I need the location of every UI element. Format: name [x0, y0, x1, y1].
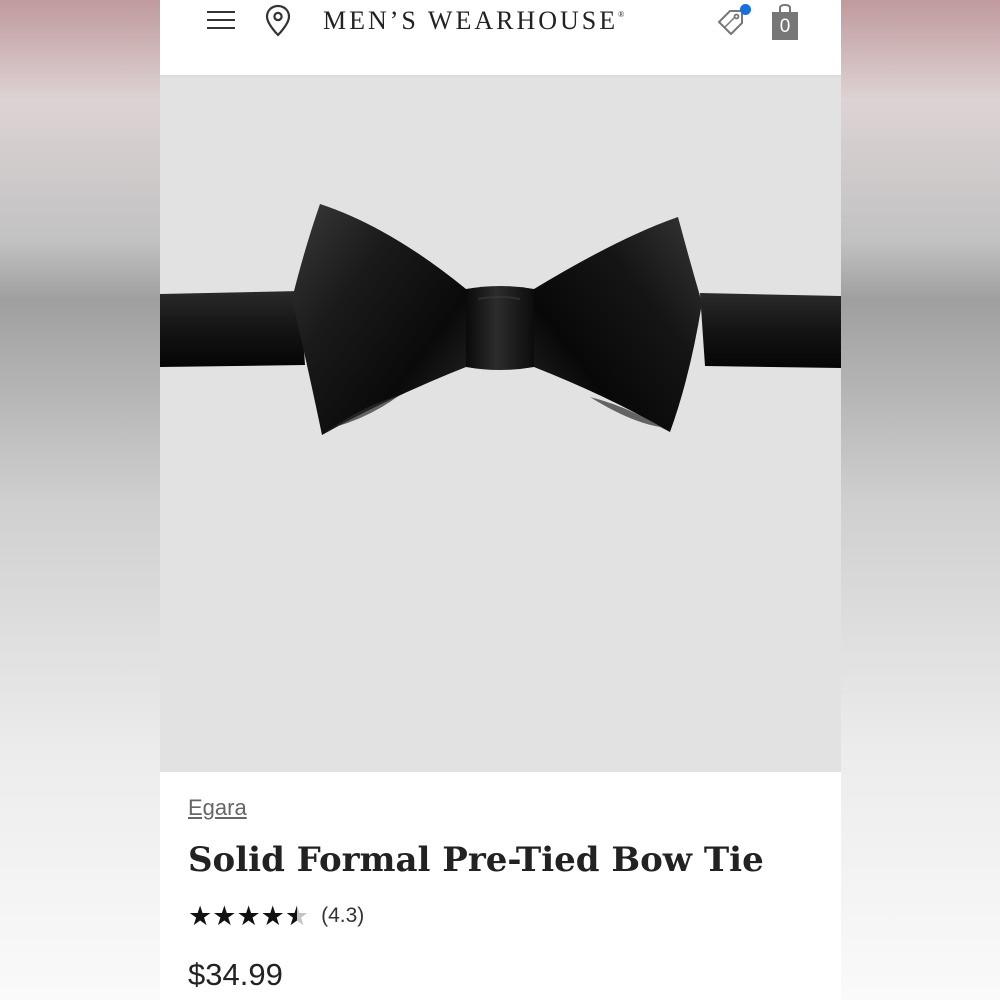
star-icon: ★ — [188, 901, 213, 931]
star-icon: ★ — [212, 901, 237, 931]
notification-dot — [740, 4, 751, 15]
cart-count: 0 — [779, 16, 791, 37]
backdrop-left — [0, 0, 160, 1000]
map-pin-icon[interactable] — [264, 4, 292, 38]
backdrop-right — [841, 0, 1000, 1000]
registered-mark: ® — [618, 10, 625, 19]
mobile-page: MEN’S WEARHOUSE® 0 Egara Solid Formal Pr… — [160, 0, 841, 1000]
hamburger-menu-icon[interactable] — [207, 9, 237, 33]
rating-stars: ★★★★★ — [188, 901, 309, 931]
black-bow-tie-image — [160, 204, 841, 435]
product-title: Solid Formal Pre-Tied Bow Tie — [188, 840, 764, 880]
product-image[interactable] — [160, 77, 841, 772]
brand-link[interactable]: Egara — [188, 795, 247, 821]
rating-value: (4.3) — [321, 904, 365, 927]
logo-text: MEN’S WEARHOUSE — [323, 6, 619, 35]
star-icon: ★ — [260, 901, 285, 931]
product-price: $34.99 — [188, 957, 283, 992]
star-icon: ★ — [236, 901, 261, 931]
half-star-icon: ★ — [285, 901, 309, 931]
site-logo[interactable]: MEN’S WEARHOUSE® — [323, 6, 624, 36]
site-header: MEN’S WEARHOUSE® 0 — [160, 0, 841, 77]
product-rating[interactable]: ★★★★★ (4.3) — [188, 901, 364, 931]
